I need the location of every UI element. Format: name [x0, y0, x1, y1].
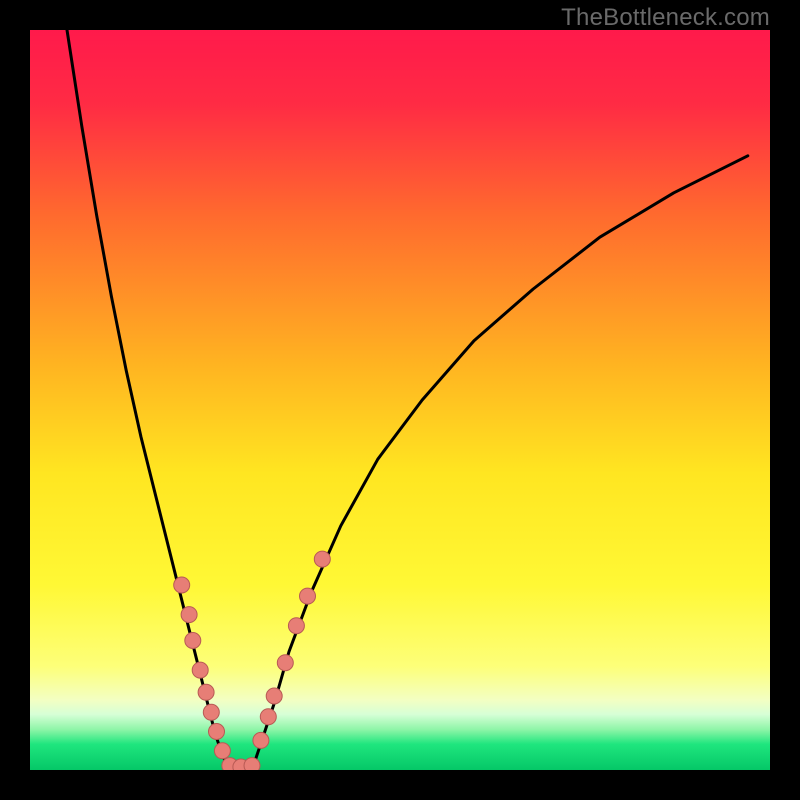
- data-marker: [260, 709, 276, 725]
- data-marker: [174, 577, 190, 593]
- series-curve-right: [252, 156, 748, 770]
- data-marker: [214, 743, 230, 759]
- outer-frame: TheBottleneck.com: [0, 0, 800, 800]
- data-marker: [266, 688, 282, 704]
- data-marker: [253, 732, 269, 748]
- data-marker: [277, 655, 293, 671]
- data-marker: [300, 588, 316, 604]
- data-marker: [181, 607, 197, 623]
- series-curve-left: [67, 30, 230, 770]
- data-marker: [185, 633, 201, 649]
- data-marker: [209, 724, 225, 740]
- data-marker: [244, 758, 260, 770]
- chart-svg: [30, 30, 770, 770]
- data-marker: [203, 704, 219, 720]
- watermark-text: TheBottleneck.com: [561, 4, 770, 32]
- data-marker: [198, 684, 214, 700]
- data-marker: [314, 551, 330, 567]
- data-marker: [288, 618, 304, 634]
- plot-area: [30, 30, 770, 770]
- data-marker: [192, 662, 208, 678]
